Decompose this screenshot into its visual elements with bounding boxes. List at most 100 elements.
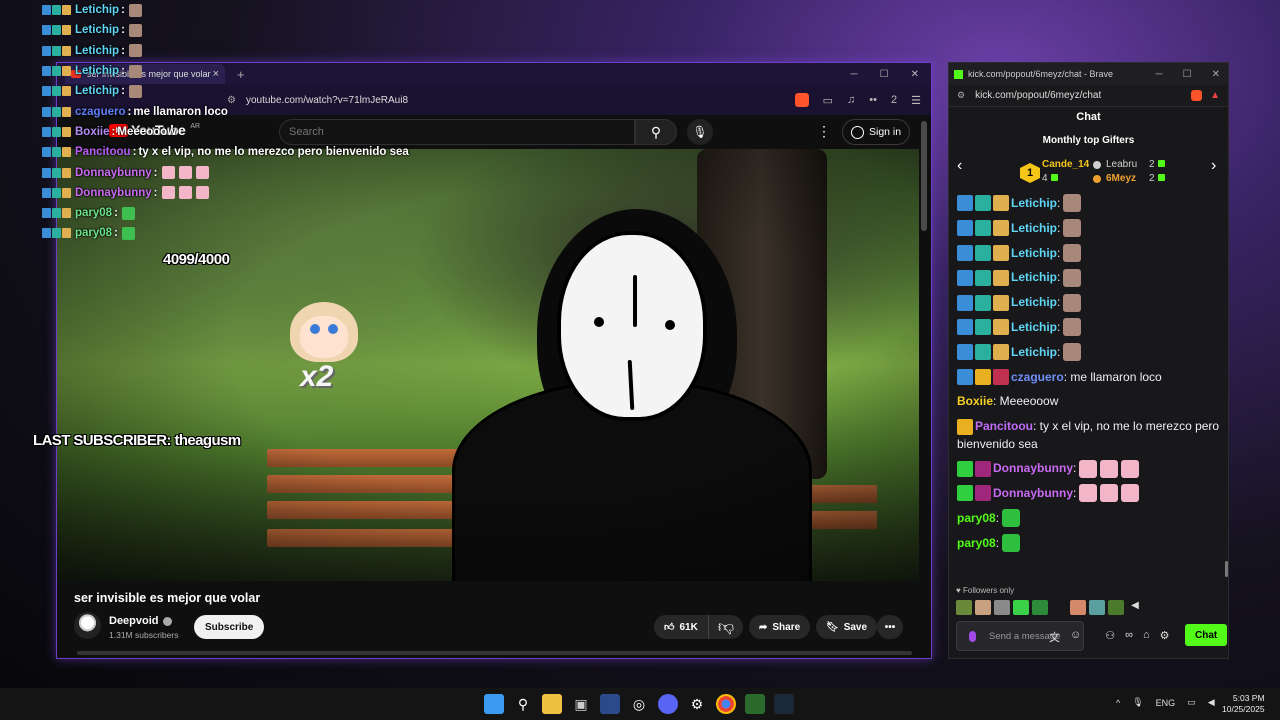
badge-icon[interactable]: [957, 269, 973, 286]
emote[interactable]: [1063, 268, 1082, 287]
dislike-button[interactable]: 👎︎: [709, 615, 743, 639]
brave-rewards-icon[interactable]: ▲: [1210, 90, 1220, 101]
chat-username[interactable]: Letichip: [1011, 340, 1057, 365]
chat-username[interactable]: pary08: [957, 506, 996, 531]
steam-settings-icon[interactable]: ⚙: [687, 694, 707, 714]
emoji-icon[interactable]: ☺: [1070, 629, 1081, 645]
channel-name[interactable]: Deepvoid: [109, 615, 172, 627]
brave-shields-icon[interactable]: [1191, 90, 1203, 101]
emote[interactable]: [1089, 600, 1105, 615]
send-chat-button[interactable]: Chat: [1185, 624, 1228, 646]
maximize-icon[interactable]: ☐: [1183, 69, 1192, 80]
badge-icon[interactable]: [993, 220, 1009, 237]
gifter-name[interactable]: Cande_14: [1042, 159, 1089, 170]
chat-username[interactable]: Letichip: [1011, 191, 1057, 216]
close-window-icon[interactable]: ✕: [911, 69, 919, 80]
emote[interactable]: [994, 600, 1010, 615]
badge-icon[interactable]: [957, 344, 973, 361]
chat-username[interactable]: Letichip: [1011, 290, 1057, 315]
gifter-name[interactable]: Leabru: [1106, 159, 1137, 170]
more-actions-button[interactable]: •••: [877, 615, 903, 639]
steam-icon[interactable]: [774, 694, 794, 714]
chat-scrollbar[interactable]: [1225, 561, 1228, 577]
store-icon[interactable]: ▣: [571, 694, 591, 714]
badge-icon[interactable]: [993, 344, 1009, 361]
more-options-icon[interactable]: ⋮: [817, 123, 831, 140]
emote[interactable]: [956, 600, 972, 615]
minimize-icon[interactable]: ─: [1156, 69, 1163, 80]
kick-address-bar[interactable]: ⚙ kick.com/popout/6meyz/chat ▲: [949, 85, 1228, 107]
menu-icon[interactable]: ☰: [911, 94, 921, 107]
page-scrollbar[interactable]: [921, 121, 927, 231]
badge-icon[interactable]: [975, 269, 991, 286]
badge-icon[interactable]: [993, 195, 1009, 212]
badge-icon[interactable]: [975, 195, 991, 212]
wallet-icon[interactable]: ••: [869, 94, 877, 106]
emote[interactable]: [1108, 600, 1124, 615]
emote[interactable]: [1063, 219, 1082, 238]
like-button[interactable]: 👍︎ 61K: [654, 615, 709, 639]
system-clock[interactable]: 5:03 PM 10/25/2025: [1222, 693, 1265, 715]
badge-icon[interactable]: [957, 294, 973, 311]
maximize-icon[interactable]: ☐: [880, 69, 889, 80]
chat-username[interactable]: Donnaybunny: [993, 456, 1073, 481]
save-button[interactable]: 🔖︎ Save: [816, 615, 878, 639]
infinity-icon[interactable]: ∞: [1125, 629, 1133, 645]
badge-icon[interactable]: [957, 419, 973, 435]
emote[interactable]: [1100, 459, 1119, 478]
badge-icon[interactable]: [993, 319, 1009, 336]
chevron-right-icon[interactable]: ›: [1211, 157, 1216, 175]
emote[interactable]: [1079, 484, 1098, 503]
badge-icon[interactable]: [957, 319, 973, 336]
gift-icon[interactable]: ⌂: [1143, 629, 1150, 645]
chat-username[interactable]: czaguero: [1011, 365, 1064, 390]
chat-username[interactable]: Boxiie: [957, 389, 993, 414]
close-window-icon[interactable]: ✕: [1212, 69, 1220, 80]
badge-icon[interactable]: [957, 460, 973, 477]
chrome-icon[interactable]: [716, 694, 736, 714]
share-button[interactable]: ➦ Share: [749, 615, 811, 639]
file-explorer-icon[interactable]: [542, 694, 562, 714]
music-icon[interactable]: ♫: [847, 94, 855, 106]
reader-icon[interactable]: ▭: [823, 94, 833, 107]
search-icon[interactable]: ⚲: [513, 694, 533, 714]
badge-icon[interactable]: [993, 244, 1009, 261]
vscode-icon[interactable]: [600, 694, 620, 714]
emote[interactable]: [1032, 600, 1048, 615]
badge-icon[interactable]: [975, 368, 991, 385]
emote[interactable]: [1070, 600, 1086, 615]
emote[interactable]: [1063, 343, 1082, 362]
network-icon[interactable]: ▭: [1187, 697, 1196, 708]
emote[interactable]: [975, 600, 991, 615]
badge-icon[interactable]: [975, 244, 991, 261]
emote[interactable]: [1051, 600, 1067, 615]
emote[interactable]: [1100, 484, 1119, 503]
emote[interactable]: [1013, 600, 1029, 615]
chat-username[interactable]: pary08: [957, 531, 996, 556]
subscribe-button[interactable]: Subscribe: [194, 615, 265, 639]
badge-icon[interactable]: [993, 269, 1009, 286]
emote[interactable]: [1121, 459, 1140, 478]
badge-icon[interactable]: [957, 195, 973, 212]
chat-username[interactable]: Letichip: [1011, 265, 1057, 290]
windows-start-icon[interactable]: [484, 694, 504, 714]
speaker-icon[interactable]: ◀: [1127, 600, 1143, 615]
chevron-left-icon[interactable]: ‹: [957, 157, 962, 175]
language-indicator[interactable]: ENG: [1156, 698, 1176, 708]
emote[interactable]: [1063, 293, 1082, 312]
badge-icon[interactable]: [957, 485, 973, 502]
site-settings-icon[interactable]: ⚙: [957, 90, 965, 101]
chat-username[interactable]: Pancitoou: [975, 419, 1033, 433]
app-icon[interactable]: [745, 694, 765, 714]
chat-username[interactable]: Letichip: [1011, 216, 1057, 241]
settings-icon[interactable]: ⚙: [1160, 629, 1170, 645]
chat-username[interactable]: Letichip: [1011, 241, 1057, 266]
emote[interactable]: [1063, 243, 1082, 262]
chat-username[interactable]: Letichip: [1011, 315, 1057, 340]
badge-icon[interactable]: [975, 319, 991, 336]
emote[interactable]: [1002, 533, 1021, 552]
badge-icon[interactable]: [975, 460, 991, 477]
emote[interactable]: [1002, 509, 1021, 528]
emote[interactable]: [1121, 484, 1140, 503]
badge-icon[interactable]: [975, 220, 991, 237]
